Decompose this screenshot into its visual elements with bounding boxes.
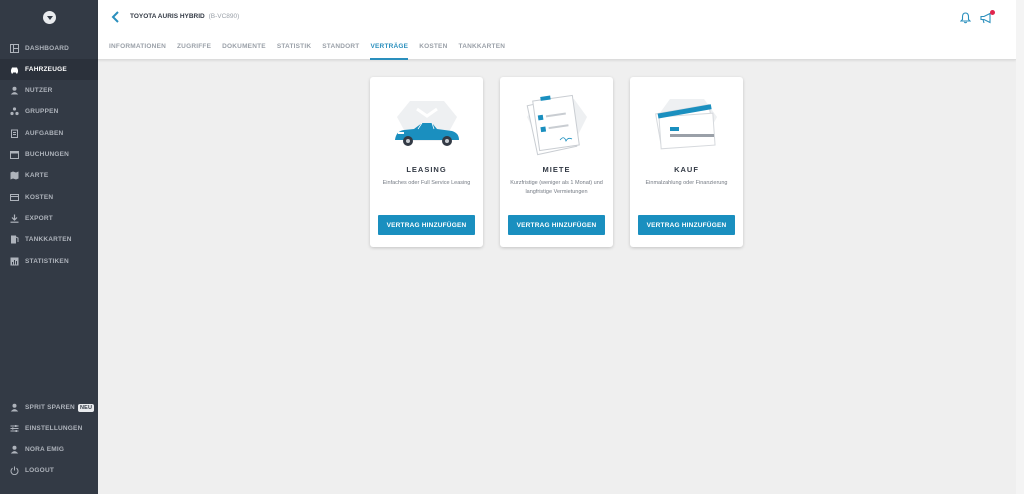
convertible-car-illustration [370,85,483,159]
tab-bar: INFORMATIONEN ZUGRIFFE DOKUMENTE STATIST… [109,43,516,60]
contract-card-leasing: LEASING Einfaches oder Full Service Leas… [370,77,483,247]
add-contract-button-leasing[interactable]: VERTRAG HINZUFÜGEN [378,215,475,235]
sidebar-item-label: SPRIT SPAREN [25,404,75,411]
card-title: LEASING [406,165,447,174]
sidebar-item-nutzer[interactable]: NUTZER [0,80,98,101]
tab-tankkarten[interactable]: TANKKARTEN [459,43,506,60]
clipboard-icon [10,129,19,138]
card-description: Kurzfristige (weniger als 1 Monat) und l… [510,180,603,195]
sidebar-item-label: KOSTEN [25,194,54,201]
vehicle-plate: (B-VC890) [208,13,240,20]
download-icon [10,214,19,223]
sidebar: DASHBOARD FAHRZEUGE NUTZER GRUPPEN AUFGA… [0,0,98,494]
chevron-left-icon [111,11,119,23]
page-header: TOYOTA AURIS HYBRID (B-VC890) INFORMATIO… [98,0,1016,60]
wallet-icon [10,193,19,202]
user-icon [10,403,19,412]
notifications-button[interactable] [959,11,972,24]
dashboard-icon [10,44,19,53]
notification-dot [990,10,995,15]
sidebar-item-aufgaben[interactable]: AUFGABEN [0,123,98,144]
tab-vertraege[interactable]: VERTRÄGE [370,43,408,60]
sidebar-item-tankkarten[interactable]: TANKKARTEN [0,229,98,250]
tab-zugriffe[interactable]: ZUGRIFFE [177,43,211,60]
logo-icon[interactable] [43,11,56,24]
groups-icon [10,107,19,116]
clipboard-illustration [500,85,613,159]
tab-dokumente[interactable]: DOKUMENTE [222,43,266,60]
scrollbar[interactable] [1016,0,1024,494]
sliders-icon [10,424,19,433]
tab-informationen[interactable]: INFORMATIONEN [109,43,166,60]
new-badge: NEU [77,403,95,412]
page-title: TOYOTA AURIS HYBRID (B-VC890) [130,13,239,20]
card-title: MIETE [542,165,571,174]
sidebar-item-export[interactable]: EXPORT [0,208,98,229]
sidebar-item-karte[interactable]: KARTE [0,165,98,186]
sidebar-item-label: NORA EMIG [25,446,65,453]
power-icon [10,466,19,475]
sidebar-item-label: EINSTELLUNGEN [25,425,83,432]
vehicle-name: TOYOTA AURIS HYBRID [130,13,205,20]
contract-card-miete: MIETE Kurzfristige (weniger als 1 Monat)… [500,77,613,247]
sidebar-item-label: EXPORT [25,215,53,222]
sidebar-item-label: NUTZER [25,87,53,94]
sidebar-item-logout[interactable]: LOGOUT [0,460,98,481]
chart-icon [10,257,19,266]
sidebar-item-label: BUCHUNGEN [25,151,70,158]
sidebar-item-kosten[interactable]: KOSTEN [0,187,98,208]
user-icon [10,86,19,95]
back-button[interactable] [110,10,122,24]
sidebar-item-buchungen[interactable]: BUCHUNGEN [0,144,98,165]
sidebar-item-dashboard[interactable]: DASHBOARD [0,38,98,59]
sidebar-item-label: STATISTIKEN [25,258,69,265]
sidebar-item-label: AUFGABEN [25,130,64,137]
tab-statistik[interactable]: STATISTIK [277,43,311,60]
car-icon [10,65,19,74]
card-title: KAUF [674,165,699,174]
payment-card-illustration [630,85,743,159]
sidebar-item-fahrzeuge[interactable]: FAHRZEUGE [0,59,98,80]
sidebar-item-label: KARTE [25,172,49,179]
sidebar-item-label: LOGOUT [25,467,55,474]
sidebar-item-label: GRUPPEN [25,108,59,115]
sidebar-item-statistiken[interactable]: STATISTIKEN [0,251,98,272]
sidebar-item-einstellungen[interactable]: EINSTELLUNGEN [0,418,98,439]
map-icon [10,171,19,180]
sidebar-item-label: DASHBOARD [25,45,70,52]
contract-card-kauf: KAUF Einmalzahlung oder Finanzierung VER… [630,77,743,247]
sidebar-item-label: TANKKARTEN [25,236,72,243]
sidebar-item-gruppen[interactable]: GRUPPEN [0,101,98,122]
bell-icon [959,12,972,24]
sidebar-item-profile[interactable]: NORA EMIG [0,439,98,460]
tab-standort[interactable]: STANDORT [322,43,359,60]
tab-kosten[interactable]: KOSTEN [419,43,447,60]
sidebar-item-label: FAHRZEUGE [25,66,67,73]
card-description: Einmalzahlung oder Finanzierung [645,180,728,186]
card-description: Einfaches oder Full Service Leasing [382,180,471,186]
add-contract-button-miete[interactable]: VERTRAG HINZUFÜGEN [508,215,605,235]
user-icon [10,445,19,454]
sidebar-item-sprit-sparen[interactable]: SPRIT SPAREN NEU [0,397,98,418]
calendar-icon [10,150,19,159]
fuel-icon [10,235,19,244]
add-contract-button-kauf[interactable]: VERTRAG HINZUFÜGEN [638,215,735,235]
